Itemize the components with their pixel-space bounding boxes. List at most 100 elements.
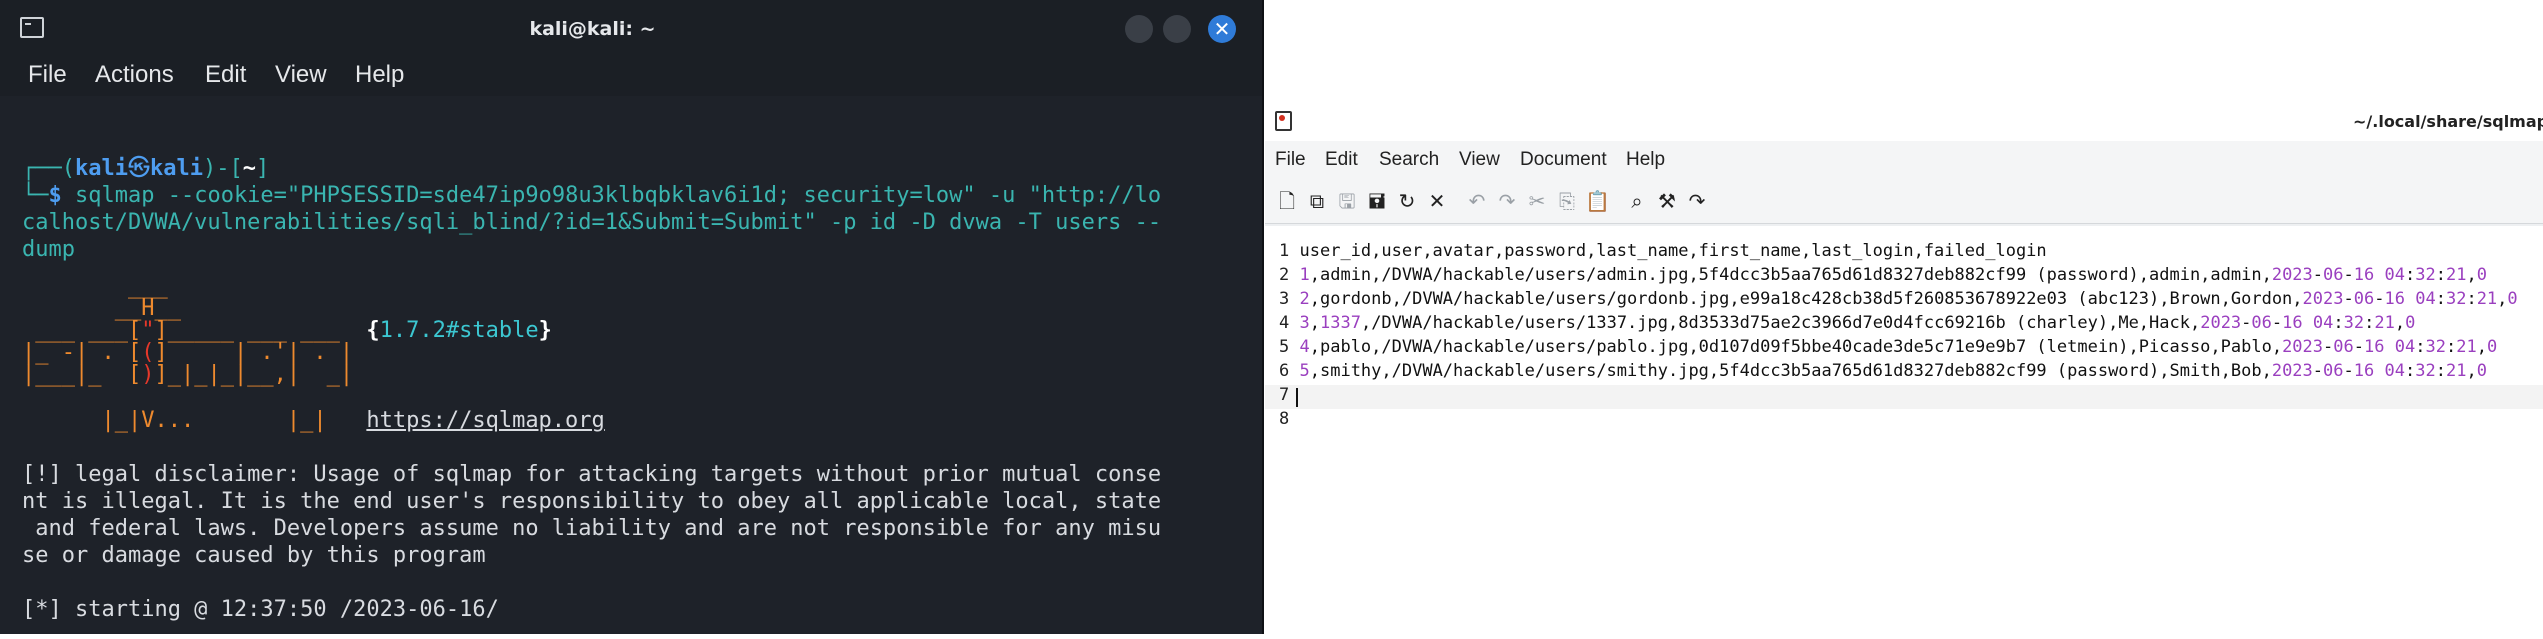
- sqlmap-version: 1.7.2#stable: [379, 318, 539, 343]
- maximize-button[interactable]: [1163, 15, 1191, 43]
- line-text: 16: [2282, 313, 2303, 333]
- text-editor-window: ~/.local/share/sqlmap/outp File Edit Sea…: [1265, 101, 2543, 461]
- line-text: 5: [1299, 361, 1310, 381]
- line-text: 32: [2343, 313, 2365, 333]
- disclaimer-line: [!] legal disclaimer: Usage of sqlmap fo…: [22, 462, 1162, 487]
- line-text: :: [2364, 313, 2375, 333]
- line-number: 2: [1279, 265, 1290, 285]
- line-text: -: [2343, 289, 2354, 309]
- copy-icon[interactable]: ⎘: [1555, 189, 1579, 213]
- line-text: -: [2312, 265, 2324, 285]
- line-text: 04: [2384, 265, 2405, 285]
- line-text: :: [2404, 265, 2416, 285]
- line-text: 04: [2384, 361, 2405, 381]
- terminal-menubar: File Actions Edit View Help: [0, 56, 1262, 96]
- line-text: 0: [2476, 265, 2487, 285]
- terminal-title: kali@kali: ~: [529, 18, 656, 40]
- line-text: 21: [2445, 361, 2467, 381]
- line-text: -: [2343, 265, 2354, 285]
- line-text: :: [2435, 361, 2446, 381]
- line-text: 16: [2364, 337, 2385, 357]
- go-to-line-icon[interactable]: ↷: [1685, 189, 1709, 213]
- save-as-icon[interactable]: 🖬: [1365, 189, 1389, 213]
- text-caret: [1296, 388, 1298, 407]
- line-text: 2023: [2271, 265, 2313, 285]
- line-text: 3: [1299, 313, 1310, 333]
- line-text: ,: [2466, 265, 2477, 285]
- line-text: 06: [2323, 265, 2344, 285]
- line-text: 32: [2425, 337, 2446, 357]
- editor-titlebar[interactable]: ~/.local/share/sqlmap/outp: [1265, 101, 2543, 141]
- terminal-output[interactable]: ┌──(kali㉿kali)-[~] └─$ sqlmap --cookie="…: [0, 96, 1262, 634]
- terminal-window: kali@kali: ~ ✕ File Actions Edit View He…: [0, 0, 1264, 634]
- line-number: 1: [1279, 241, 1290, 261]
- line-text: ,smithy,/DVWA/hackable/users/smithy.jpg,…: [1309, 361, 2272, 381]
- menu-actions[interactable]: Actions: [95, 61, 174, 89]
- line-text: ,: [2394, 313, 2406, 333]
- line-text: 16: [2384, 289, 2405, 309]
- line-text: -: [2343, 361, 2354, 381]
- line-text: :: [2415, 337, 2426, 357]
- redo-icon[interactable]: ↷: [1495, 189, 1519, 213]
- disclaimer-line: and federal laws. Developers assume no l…: [22, 516, 1162, 541]
- close-document-icon[interactable]: ✕: [1425, 189, 1449, 213]
- line-text: ,: [2497, 289, 2508, 309]
- undo-icon[interactable]: ↶: [1465, 189, 1489, 213]
- editor-line: 2 1,admin,/DVWA/hackable/users/admin.jpg…: [1279, 264, 2487, 287]
- line-text: ,/DVWA/hackable/users/1337.jpg,8d3533d75…: [1360, 313, 2201, 333]
- menu-view[interactable]: View: [275, 61, 327, 89]
- find-replace-icon[interactable]: ⚒: [1655, 189, 1679, 213]
- line-text: [2303, 313, 2313, 333]
- menu-help[interactable]: Help: [1626, 149, 1665, 171]
- line-text: 2023: [2200, 313, 2242, 333]
- menu-search[interactable]: Search: [1379, 149, 1439, 171]
- line-number: 6: [1279, 361, 1290, 381]
- line-text: 2023: [2282, 337, 2324, 357]
- menu-file[interactable]: File: [28, 61, 67, 89]
- line-text: ,admin,/DVWA/hackable/users/admin.jpg,5f…: [1309, 265, 2272, 285]
- sqlmap-url-link[interactable]: https://sqlmap.org: [366, 408, 604, 433]
- editor-line: 8: [1279, 408, 1300, 431]
- menu-view[interactable]: View: [1459, 149, 1500, 171]
- line-text: 21: [2445, 265, 2467, 285]
- paste-icon[interactable]: 📋: [1585, 189, 1610, 213]
- line-text: :: [2445, 337, 2457, 357]
- line-text: ,: [2466, 361, 2477, 381]
- line-text: 0: [2486, 337, 2498, 357]
- cut-icon[interactable]: ✂: [1525, 189, 1549, 213]
- menu-help[interactable]: Help: [355, 61, 404, 89]
- editor-text-area[interactable]: 1 user_id,user,avatar,password,last_name…: [1265, 226, 2543, 461]
- editor-line: 6 5,smithy,/DVWA/hackable/users/smithy.j…: [1279, 360, 2487, 383]
- minimize-button[interactable]: [1125, 15, 1153, 43]
- new-window-icon[interactable]: ⧉: [1305, 189, 1329, 213]
- line-text: 2: [1299, 289, 1310, 309]
- line-text: [2405, 289, 2415, 309]
- line-text: :: [2404, 361, 2416, 381]
- line-number: 4: [1279, 313, 1290, 333]
- banner-line: |_|V... |_| https://sqlmap.org: [22, 408, 605, 433]
- close-button[interactable]: ✕: [1208, 15, 1236, 43]
- find-icon[interactable]: ⌕: [1625, 189, 1649, 213]
- menu-edit[interactable]: Edit: [1325, 149, 1358, 171]
- command-line: dump: [22, 237, 75, 262]
- menu-document[interactable]: Document: [1520, 149, 1607, 171]
- menu-edit[interactable]: Edit: [205, 61, 246, 89]
- line-text: 0: [2476, 361, 2487, 381]
- line-number: 8: [1279, 409, 1290, 429]
- line-text: 16: [2353, 361, 2375, 381]
- line-text: -: [2353, 337, 2364, 357]
- line-text: -: [2271, 313, 2283, 333]
- reload-icon[interactable]: ↻: [1395, 189, 1419, 213]
- save-icon[interactable]: 🖫: [1335, 189, 1359, 213]
- line-text: :: [2435, 289, 2446, 309]
- line-number: 7: [1279, 385, 1290, 405]
- line-text: 0: [2507, 289, 2518, 309]
- terminal-titlebar[interactable]: kali@kali: ~ ✕: [0, 0, 1262, 56]
- editor-toolbar: 🗋 ⧉ 🖫 🖬 ↻ ✕ ↶ ↷ ✂ ⎘ 📋 ⌕ ⚒ ↷: [1265, 179, 2543, 224]
- new-document-icon[interactable]: 🗋: [1275, 189, 1299, 213]
- line-text: 1337: [1320, 313, 1361, 333]
- line-text: 04: [2312, 313, 2334, 333]
- line-text: ,gordonb,/DVWA/hackable/users/gordonb.jp…: [1309, 289, 2303, 309]
- menu-file[interactable]: File: [1275, 149, 1306, 171]
- editor-line: 5 4,pablo,/DVWA/hackable/users/pablo.jpg…: [1279, 336, 2497, 359]
